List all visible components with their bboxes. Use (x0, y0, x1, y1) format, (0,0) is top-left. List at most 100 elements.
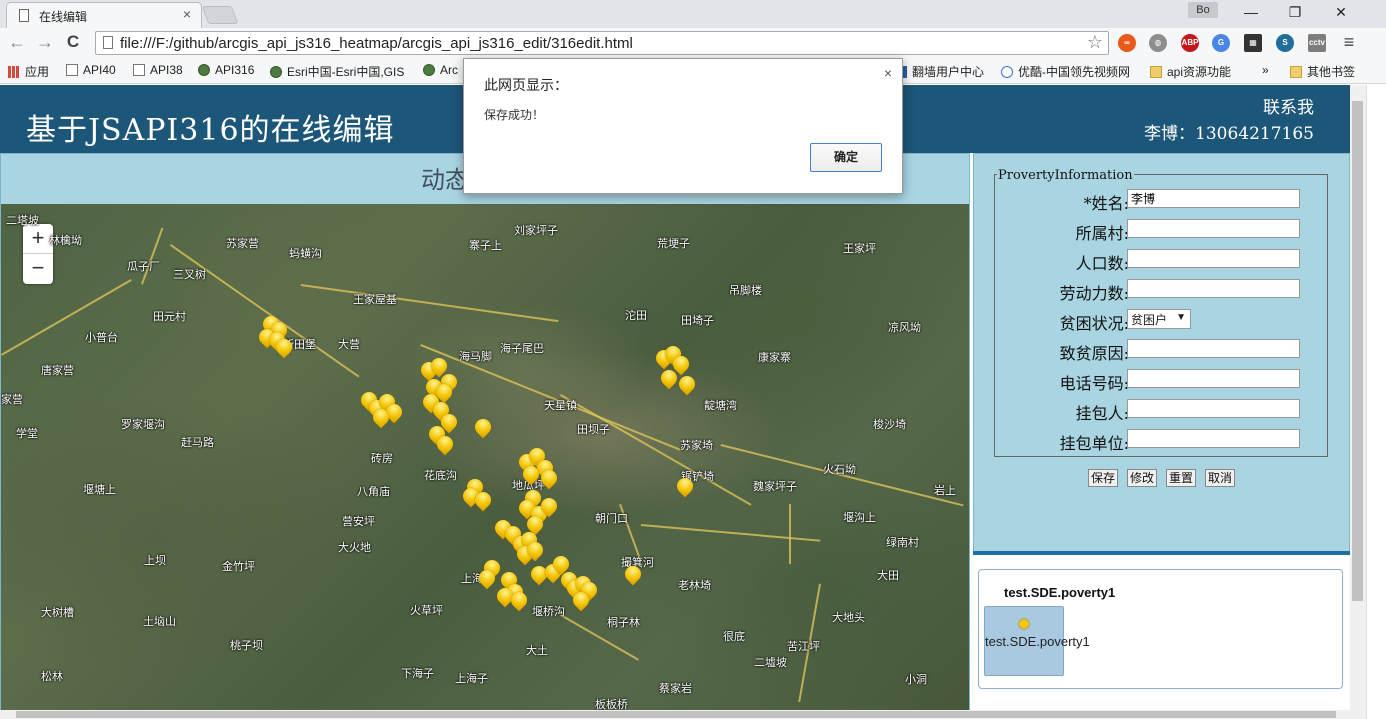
profile-button[interactable]: Bo (1188, 2, 1218, 18)
map-place-label: 八角庙 (357, 486, 390, 498)
bookmark-star-icon[interactable]: ☆ (1087, 32, 1103, 53)
form-field-input[interactable] (1127, 429, 1300, 448)
adblock-icon[interactable]: ABP (1181, 34, 1199, 52)
map-place-label: 大营 (338, 339, 360, 351)
bookmark-label: api资源功能 (1167, 65, 1232, 79)
map-place-label: 金竹坪 (222, 561, 255, 573)
globe-icon (270, 66, 282, 78)
map-place-label: 绿南村 (886, 537, 919, 549)
scrollbar-thumb[interactable] (1352, 101, 1363, 601)
form-field-input[interactable] (1127, 279, 1300, 298)
map-place-label: 吊脚楼 (729, 285, 762, 297)
bookmark-2[interactable]: API38 (133, 63, 183, 77)
map-place-label: 岩上 (934, 485, 956, 497)
poverty-status-select[interactable]: 贫困户 ▼ (1127, 309, 1191, 329)
bookmark-3[interactable]: API316 (198, 63, 254, 77)
globe-icon[interactable]: ◍ (1149, 34, 1167, 52)
map-place-label: 苏家营 (226, 238, 259, 250)
bookmark-7[interactable]: 优酷-中国领先视频网 (1001, 63, 1130, 80)
contact-info: 联系我 李博：13064217165 (1144, 95, 1314, 147)
new-tab-button[interactable] (201, 6, 239, 24)
page-icon (19, 9, 29, 22)
map-place-label: 火草坪 (410, 605, 443, 617)
field-label: *姓名: (1083, 194, 1129, 213)
bookmark-5[interactable]: Arc (423, 63, 458, 77)
dialog-close-icon[interactable]: × (884, 65, 892, 81)
menu-icon[interactable]: ≡ (1338, 32, 1360, 53)
scrollbar-thumb[interactable] (16, 711, 1336, 718)
field-label: 人口数: (1075, 254, 1129, 273)
form-field-input[interactable] (1127, 249, 1300, 268)
map-place-label: 康家寨 (758, 352, 791, 364)
bookmark-label: » (1262, 63, 1269, 77)
bookmark-label: 优酷-中国领先视频网 (1018, 65, 1130, 79)
form-row: 挂包单位: (995, 425, 1329, 455)
map-place-label: 海马脚 (459, 351, 492, 363)
map-marker-icon[interactable] (675, 372, 699, 396)
fieldset-legend: ProvertyInformation (997, 168, 1134, 183)
form-field-input[interactable] (1127, 219, 1300, 238)
maximize-button[interactable]: ❐ (1272, 2, 1318, 22)
url-text[interactable]: file:///F:/github/arcgis_api_js316_heatm… (120, 35, 633, 52)
ok-button[interactable]: 确定 (810, 143, 882, 172)
save-button[interactable]: 保存 (1088, 469, 1119, 487)
layer-panel: test.SDE.poverty1 test.SDE.poverty1 (978, 569, 1343, 689)
form-row: 劳动力数: (995, 275, 1329, 305)
map-place-label: 上海子 (455, 673, 488, 685)
map-place-label: 营安坪 (342, 516, 375, 528)
map-marker-icon[interactable] (471, 415, 495, 439)
form-field-input[interactable] (1127, 339, 1300, 358)
form-field-input[interactable] (1127, 399, 1300, 418)
back-icon[interactable]: ← (6, 32, 28, 53)
form-field-input[interactable] (1127, 189, 1300, 208)
dialog-title: 此网页显示： (484, 77, 568, 93)
field-label: 电话号码: (1059, 374, 1129, 393)
cancel-button[interactable]: 取消 (1205, 469, 1236, 487)
map-place-label: 花底沟 (424, 470, 457, 482)
reset-button[interactable]: 重置 (1166, 469, 1197, 487)
globe-icon (423, 64, 435, 76)
browser-tab[interactable]: 在线编辑 × (6, 2, 202, 28)
address-bar[interactable]: file:///F:/github/arcgis_api_js316_heatm… (95, 31, 1109, 55)
bookmark-1[interactable]: API40 (66, 63, 116, 77)
infinity-icon[interactable]: ∞ (1118, 34, 1136, 52)
horizontal-scrollbar[interactable] (0, 710, 1366, 719)
tab-close-icon[interactable]: × (183, 6, 191, 22)
bookmark-label: API38 (150, 63, 183, 77)
film-icon[interactable]: ▦ (1244, 34, 1262, 52)
folder-icon (1290, 66, 1302, 78)
window-close-button[interactable]: ✕ (1318, 2, 1364, 22)
s-icon[interactable]: S (1276, 34, 1294, 52)
bookmark-8[interactable]: api资源功能 (1150, 63, 1231, 80)
translate-icon[interactable]: G (1212, 34, 1230, 52)
forward-icon[interactable]: → (34, 32, 56, 53)
map-place-label: 刘家坪子 (514, 225, 558, 237)
map-place-label: 梭沙埼 (873, 419, 906, 431)
tab-strip: 在线编辑 × Bo — ❐ ✕ (0, 0, 1386, 28)
bookmark-6[interactable]: 翻墙用户中心 (895, 63, 984, 80)
bookmark-0[interactable]: 应用 (8, 63, 49, 80)
layer-item[interactable]: test.SDE.poverty1 (984, 606, 1090, 676)
youku-icon (1001, 66, 1013, 78)
select-value: 贫困户 (1131, 313, 1168, 327)
cctv-icon[interactable]: cctv (1308, 34, 1326, 52)
bookmark-4[interactable]: Esri中国-Esri中国,GIS (270, 63, 404, 80)
edit-button[interactable]: 修改 (1127, 469, 1158, 487)
map-place-label: 土垴山 (143, 616, 176, 628)
contact-label: 联系我 (1263, 98, 1314, 118)
map-place-label: 王家屋基 (353, 294, 397, 306)
bookmark-9[interactable]: » (1262, 63, 1269, 77)
map-place-label: 三叉树 (173, 269, 206, 281)
map-road (169, 244, 360, 378)
vertical-scrollbar[interactable] (1350, 85, 1366, 710)
reload-icon[interactable]: C (62, 32, 84, 52)
apps-icon (8, 66, 20, 78)
map-canvas[interactable]: + − 二塔坡 林檎坳 苏家营 蚂蟥沟 寨子上 刘家坪子 荒埂子 王家坪 瓜子厂 三叉树 吊脚楼 王家… (1, 204, 969, 710)
map-panel: 动态 + − 二塔坡 林檎坳 苏家营 蚂蟥沟 寨子上 刘家坪子 荒埂子 王家坪 瓜子厂 三叉树 吊脚… (0, 153, 970, 710)
bookmark-10[interactable]: 其他书签 (1290, 63, 1355, 80)
contact-phone: 李博：13064217165 (1144, 124, 1314, 144)
zoom-out-button[interactable]: − (23, 254, 53, 284)
form-row: *姓名: (995, 185, 1329, 215)
minimize-button[interactable]: — (1228, 2, 1274, 22)
form-field-input[interactable] (1127, 369, 1300, 388)
